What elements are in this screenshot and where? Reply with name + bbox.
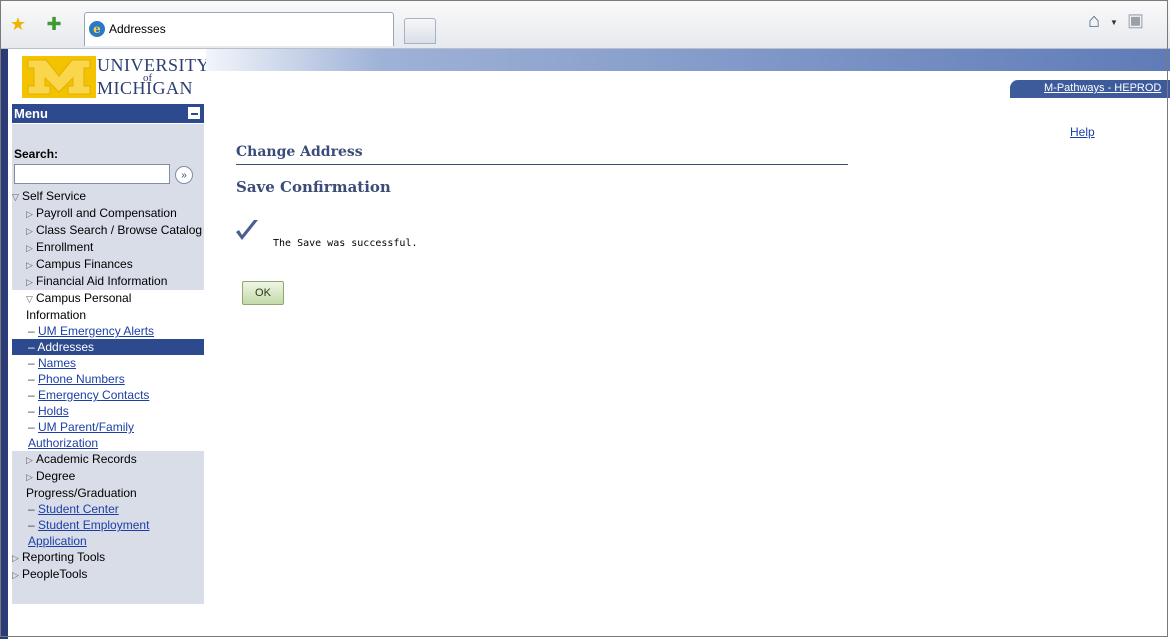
menu-item-phone-numbers[interactable]: – Phone Numbers: [12, 371, 204, 387]
page-title: Change Address: [236, 144, 363, 160]
campus-personal-info-group: ▽ Campus Personal Information – UM Emerge…: [12, 290, 204, 451]
block-m-logo-icon: [22, 56, 96, 98]
menu-title: Menu: [14, 106, 48, 121]
ie-icon: e: [89, 21, 105, 37]
collapsed-triangle-icon: ▷: [26, 209, 33, 219]
help-link[interactable]: Help: [1070, 125, 1095, 139]
checkmark-icon: [236, 220, 258, 240]
collapsed-triangle-icon: ▷: [26, 277, 33, 287]
section-subtitle: Save Confirmation: [236, 178, 391, 196]
menu-item-self-service[interactable]: ▽ Self Service: [12, 188, 204, 205]
menu-item-class-search[interactable]: ▷ Class Search / Browse Catalog: [12, 222, 204, 239]
browser-tab-title: Addresses: [109, 22, 166, 36]
ok-button[interactable]: OK: [242, 281, 284, 305]
browser-toolbar: ★ ✚ e Addresses ⌂ ▼ ▣: [0, 0, 1170, 49]
expanded-triangle-icon: ▽: [26, 294, 33, 304]
menu-item-payroll[interactable]: ▷ Payroll and Compensation: [12, 205, 204, 222]
favorites-star-icon[interactable]: ★: [8, 14, 28, 34]
collapsed-triangle-icon: ▷: [26, 243, 33, 253]
collapsed-triangle-icon: ▷: [12, 553, 19, 563]
menu-search-input[interactable]: [14, 164, 170, 184]
logo-michigan-text: MICHIGAN: [97, 78, 193, 98]
logo-university-text: UNIVERSITY: [97, 55, 210, 75]
header-banner: [206, 49, 1170, 71]
menu-item-emergency-contacts[interactable]: – Emergency Contacts: [12, 387, 204, 403]
collapsed-triangle-icon: ▷: [12, 570, 19, 580]
menu-item-peopletools[interactable]: ▷ PeopleTools: [12, 566, 204, 583]
menu-header: Menu: [12, 104, 204, 123]
menu-collapse-icon[interactable]: [188, 107, 200, 119]
feeds-icon[interactable]: ▣: [1127, 10, 1144, 31]
menu-item-reporting-tools[interactable]: ▷ Reporting Tools: [12, 549, 204, 566]
collapsed-triangle-icon: ▷: [26, 455, 33, 465]
menu-item-addresses[interactable]: – Addresses: [12, 339, 204, 355]
add-favorite-icon[interactable]: ✚: [44, 14, 64, 34]
menu-tree: ▽ Self Service ▷ Payroll and Compensation …: [12, 188, 204, 583]
menu-item-student-employment[interactable]: – Student Employment Application: [12, 517, 178, 549]
menu-item-um-emergency-alerts[interactable]: – UM Emergency Alerts: [12, 323, 204, 339]
menu-item-um-parent-family[interactable]: – UM Parent/Family Authorization: [12, 419, 178, 451]
menu-item-academic-records[interactable]: ▷ Academic Records: [12, 451, 204, 468]
menu-item-financial-aid[interactable]: ▷ Financial Aid Information: [12, 273, 204, 290]
m-pathways-link[interactable]: M-Pathways - HEPROD: [1044, 82, 1161, 94]
menu-item-enrollment[interactable]: ▷ Enrollment: [12, 239, 204, 256]
title-divider: [236, 164, 848, 165]
collapsed-triangle-icon: ▷: [26, 472, 33, 482]
collapsed-triangle-icon: ▷: [26, 226, 33, 236]
collapsed-triangle-icon: ▷: [26, 260, 33, 270]
menu-item-names[interactable]: – Names: [12, 355, 204, 371]
menu-item-holds[interactable]: – Holds: [12, 403, 204, 419]
menu-item-degree-progress[interactable]: ▷ Degree Progress/Graduation: [12, 468, 166, 501]
menu-item-student-center[interactable]: – Student Center: [12, 501, 204, 517]
save-success-message: The Save was successful.: [273, 238, 418, 249]
search-label: Search:: [14, 147, 59, 161]
menu-item-campus-finances[interactable]: ▷ Campus Finances: [12, 256, 204, 273]
home-dropdown-icon[interactable]: ▼: [1110, 18, 1118, 27]
expanded-triangle-icon: ▽: [12, 192, 19, 202]
menu-item-campus-personal-info[interactable]: ▽ Campus Personal Information: [12, 290, 176, 323]
new-tab-button[interactable]: [404, 18, 436, 44]
browser-tab-active[interactable]: e Addresses: [84, 12, 394, 46]
left-frame-edge: [0, 49, 8, 639]
home-icon[interactable]: ⌂: [1088, 10, 1100, 33]
search-go-icon[interactable]: »: [175, 166, 193, 184]
